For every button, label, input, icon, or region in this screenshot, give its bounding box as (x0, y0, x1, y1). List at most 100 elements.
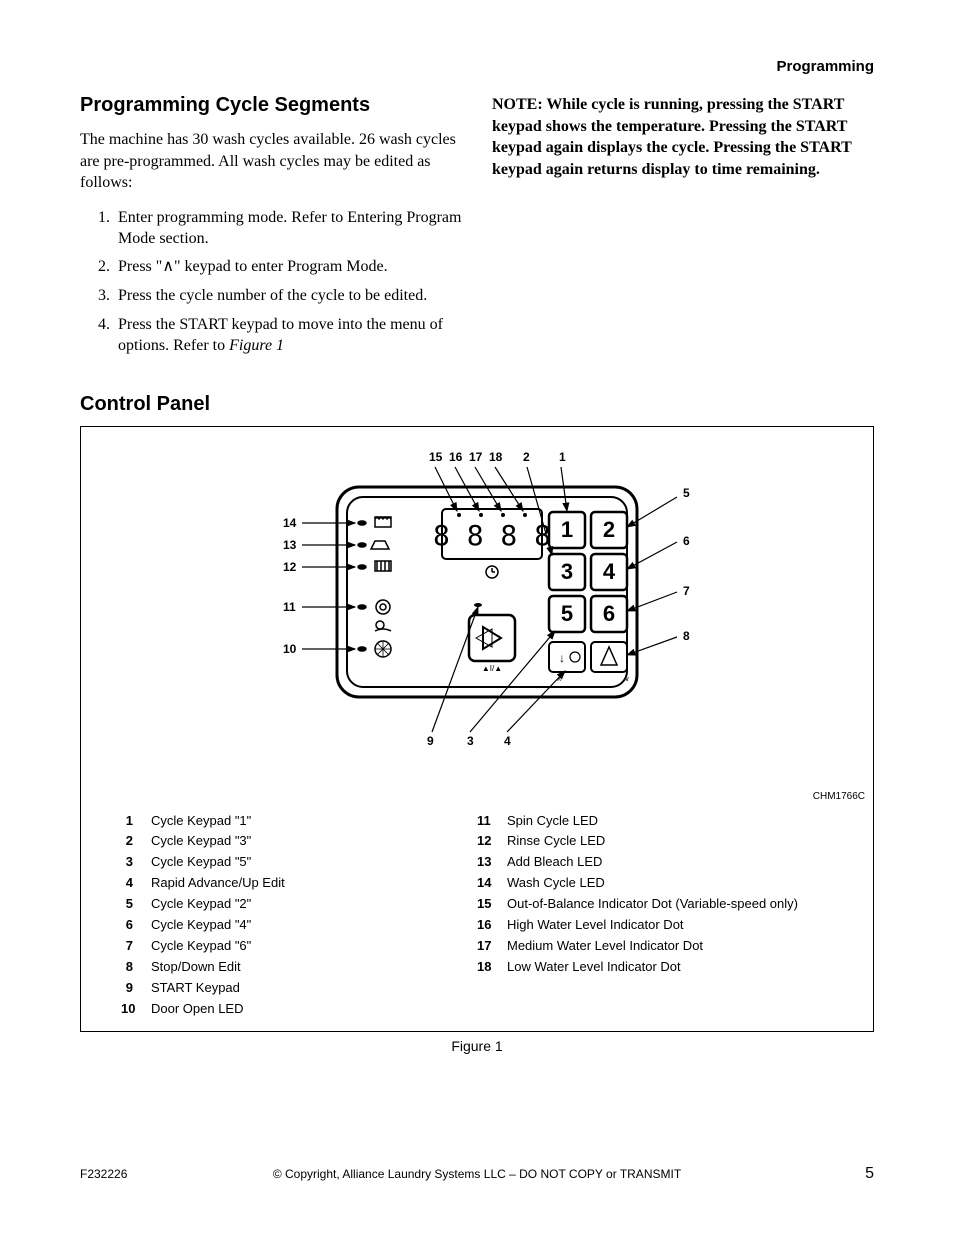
svg-text:5: 5 (561, 601, 573, 626)
legend-text: Cycle Keypad "5" (151, 854, 477, 871)
legend-text: Stop/Down Edit (151, 959, 477, 976)
legend-text: Medium Water Level Indicator Dot (507, 938, 833, 955)
legend-row: 15Out-of-Balance Indicator Dot (Variable… (477, 896, 833, 913)
legend-number: 11 (477, 813, 507, 830)
svg-text:1: 1 (559, 450, 566, 464)
legend-row: 16High Water Level Indicator Dot (477, 917, 833, 934)
svg-text:↓: ↓ (559, 651, 565, 665)
legend-number: 7 (121, 938, 151, 955)
svg-text:4: 4 (603, 559, 616, 584)
legend-number: 8 (121, 959, 151, 976)
svg-text:6: 6 (683, 534, 690, 548)
diagram-code: CHM1766C (813, 791, 865, 802)
svg-text:3: 3 (467, 734, 474, 748)
legend-text: Cycle Keypad "6" (151, 938, 477, 955)
legend-number: 16 (477, 917, 507, 934)
legend-text: Cycle Keypad "4" (151, 917, 477, 934)
footer-center: © Copyright, Alliance Laundry Systems LL… (80, 1167, 874, 1181)
display-digits: 8 8 8 8 (433, 519, 551, 552)
legend-text: Wash Cycle LED (507, 875, 833, 892)
svg-text:6: 6 (603, 601, 615, 626)
legend-text: Cycle Keypad "1" (151, 813, 477, 830)
legend-number: 13 (477, 854, 507, 871)
legend-number: 17 (477, 938, 507, 955)
legend-row: 1Cycle Keypad "1" (121, 813, 477, 830)
legend-text: Low Water Level Indicator Dot (507, 959, 833, 976)
svg-text:1: 1 (561, 517, 573, 542)
legend-number: 4 (121, 875, 151, 892)
svg-text:16: 16 (449, 450, 463, 464)
svg-text:12: 12 (283, 560, 297, 574)
svg-text:5: 5 (683, 486, 690, 500)
svg-text:11: 11 (283, 600, 296, 614)
legend-row: 11Spin Cycle LED (477, 813, 833, 830)
legend-row: 10Door Open LED (121, 1001, 477, 1018)
step-1: Enter programming mode. Refer to Enterin… (114, 208, 462, 250)
legend-text: Door Open LED (151, 1001, 477, 1018)
intro-text: The machine has 30 wash cycles available… (80, 129, 462, 194)
note-text: NOTE: While cycle is running, pressing t… (492, 94, 874, 180)
legend-text: Cycle Keypad "3" (151, 833, 477, 850)
legend-number: 18 (477, 959, 507, 976)
legend-number: 3 (121, 854, 151, 871)
figure-caption: Figure 1 (80, 1038, 874, 1054)
legend-row: 17Medium Water Level Indicator Dot (477, 938, 833, 955)
steps-list: Enter programming mode. Refer to Enterin… (80, 208, 462, 357)
svg-text:2: 2 (603, 517, 615, 542)
legend-number: 6 (121, 917, 151, 934)
svg-text:15: 15 (429, 450, 443, 464)
svg-text:9: 9 (427, 734, 434, 748)
intro-paragraph: The machine has 30 wash cycles available… (80, 129, 462, 194)
legend-row: 2Cycle Keypad "3" (121, 833, 477, 850)
footer-right: 5 (865, 1165, 874, 1183)
legend-row: 12Rinse Cycle LED (477, 833, 833, 850)
legend-text: High Water Level Indicator Dot (507, 917, 833, 934)
legend-row: 9START Keypad (121, 980, 477, 997)
legend-row: 7Cycle Keypad "6" (121, 938, 477, 955)
legend-row: 4Rapid Advance/Up Edit (121, 875, 477, 892)
svg-text:17: 17 (469, 450, 483, 464)
svg-text:2: 2 (523, 450, 530, 464)
legend-left-col: 1Cycle Keypad "1"2Cycle Keypad "3"3Cycle… (121, 813, 477, 1022)
svg-text:3: 3 (561, 559, 573, 584)
keypad-group: 1 2 3 4 5 6 (549, 512, 627, 632)
control-panel-diagram: 8 8 8 8 1 2 3 4 5 6 (197, 437, 757, 757)
control-panel-title: Control Panel (80, 393, 874, 416)
svg-text:14: 14 (283, 516, 297, 530)
section-label: Programming (776, 58, 874, 75)
legend-number: 14 (477, 875, 507, 892)
legend-text: Cycle Keypad "2" (151, 896, 477, 913)
legend-number: 1 (121, 813, 151, 830)
legend-row: 18Low Water Level Indicator Dot (477, 959, 833, 976)
legend-row: 13Add Bleach LED (477, 854, 833, 871)
legend: 1Cycle Keypad "1"2Cycle Keypad "3"3Cycle… (121, 813, 833, 1022)
programming-title: Programming Cycle Segments (80, 94, 462, 117)
legend-number: 10 (121, 1001, 151, 1018)
step-4: Press the START keypad to move into the … (114, 315, 462, 357)
svg-text:∨: ∨ (624, 676, 629, 683)
svg-text:▲I/▲: ▲I/▲ (482, 664, 502, 673)
legend-text: START Keypad (151, 980, 477, 997)
legend-text: Rinse Cycle LED (507, 833, 833, 850)
footer: F232226 © Copyright, Alliance Laundry Sy… (80, 1165, 874, 1183)
legend-text: Spin Cycle LED (507, 813, 833, 830)
figure-ref: Figure 1 (229, 337, 284, 354)
figure-box: 8 8 8 8 1 2 3 4 5 6 (80, 426, 874, 1032)
legend-number: 9 (121, 980, 151, 997)
legend-row: 14Wash Cycle LED (477, 875, 833, 892)
legend-text: Rapid Advance/Up Edit (151, 875, 477, 892)
legend-row: 8Stop/Down Edit (121, 959, 477, 976)
svg-text:18: 18 (489, 450, 503, 464)
svg-text:7: 7 (683, 584, 690, 598)
legend-number: 12 (477, 833, 507, 850)
svg-text:13: 13 (283, 538, 297, 552)
legend-right-col: 11Spin Cycle LED12Rinse Cycle LED13Add B… (477, 813, 833, 1022)
legend-row: 3Cycle Keypad "5" (121, 854, 477, 871)
step-3: Press the cycle number of the cycle to b… (114, 286, 462, 307)
svg-text:4: 4 (504, 734, 511, 748)
legend-text: Add Bleach LED (507, 854, 833, 871)
legend-text: Out-of-Balance Indicator Dot (Variable-s… (507, 896, 833, 913)
legend-number: 5 (121, 896, 151, 913)
legend-number: 15 (477, 896, 507, 913)
svg-text:8: 8 (683, 629, 690, 643)
